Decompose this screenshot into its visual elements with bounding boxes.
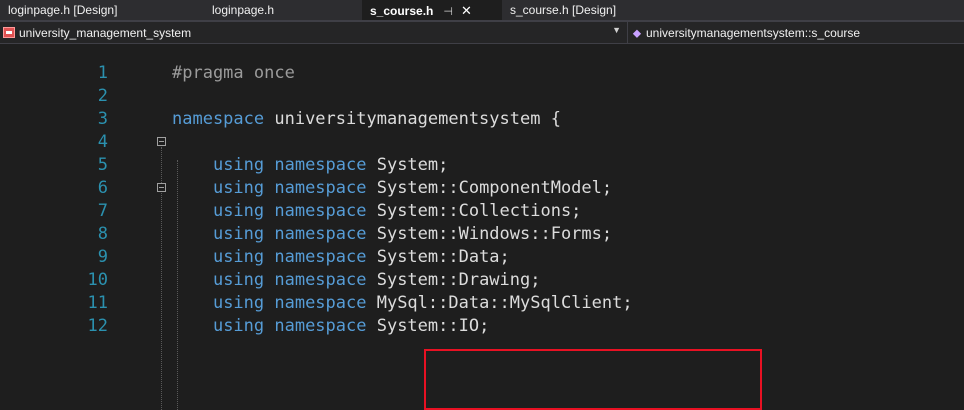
code-line[interactable]: 8 using namespace System::Windows::Forms… xyxy=(0,223,964,246)
preprocessor-token: #pragma once xyxy=(172,63,295,83)
code-text: using namespace System::ComponentModel; xyxy=(172,177,612,200)
code-line[interactable]: 3 namespace universitymanagementsystem { xyxy=(0,108,964,131)
close-icon[interactable]: ✕ xyxy=(461,3,472,19)
keyword-token: using namespace xyxy=(212,247,367,267)
code-token: System::Collections; xyxy=(366,201,582,221)
code-token: System::Windows::Forms; xyxy=(366,224,613,244)
document-tab-bar: loginpage.h [Design] loginpage.h s_cours… xyxy=(0,0,964,22)
scope-name: universitymanagementsystem::s_course xyxy=(646,25,861,40)
code-line[interactable]: 7 using namespace System::Collections; xyxy=(0,200,964,223)
tab-label: s_course.h [Design] xyxy=(510,3,617,17)
line-number: 5 xyxy=(97,155,108,175)
code-text: using namespace System::Drawing; xyxy=(172,269,541,292)
keyword-token: using namespace xyxy=(212,224,367,244)
code-token: System::IO; xyxy=(366,316,490,336)
code-token: MySql::Data::MySqlClient; xyxy=(366,293,633,313)
tab-s-course-design[interactable]: s_course.h [Design] xyxy=(502,0,692,20)
keyword-token: using namespace xyxy=(212,178,367,198)
chevron-down-icon[interactable]: ▼ xyxy=(612,25,621,35)
code-text: #pragma once xyxy=(172,62,295,85)
code-line[interactable]: 11 using namespace MySql::Data::MySqlCli… xyxy=(0,292,964,315)
code-text: using namespace System; xyxy=(172,154,448,177)
tab-loginpage-h[interactable]: loginpage.h xyxy=(204,0,362,20)
project-name: university_management_system xyxy=(19,25,192,40)
code-text: using namespace MySql::Data::MySqlClient… xyxy=(172,292,633,315)
line-number: 3 xyxy=(97,109,108,129)
code-text: using namespace System::Windows::Forms; xyxy=(172,223,612,246)
code-text: namespace universitymanagementsystem { xyxy=(172,108,561,131)
class-icon: ⬥ xyxy=(632,25,642,40)
line-number: 7 xyxy=(97,201,108,221)
scope-dropdown[interactable]: ⬥ universitymanagementsystem::s_course xyxy=(630,22,860,43)
line-number: 6 xyxy=(97,178,108,198)
code-line[interactable]: 6 using namespace System::ComponentModel… xyxy=(0,177,964,200)
keyword-token: using namespace xyxy=(212,270,367,290)
code-token: System::ComponentModel; xyxy=(366,178,613,198)
code-editor[interactable]: 1 #pragma once 2 3 namespace universitymanag… xyxy=(0,44,964,410)
keyword-token: using namespace xyxy=(212,316,367,336)
pin-icon[interactable]: ⊣ xyxy=(443,5,453,18)
line-number: 10 xyxy=(87,270,108,290)
code-token: System::Data; xyxy=(366,247,510,267)
keyword-token: using namespace xyxy=(212,293,367,313)
tab-label: loginpage.h [Design] xyxy=(8,3,118,17)
code-line[interactable]: 12 using namespace System::IO; xyxy=(0,315,964,338)
line-number: 9 xyxy=(97,247,108,267)
line-number: 2 xyxy=(97,86,108,106)
code-line[interactable]: 10 using namespace System::Drawing; xyxy=(0,269,964,292)
line-number: 4 xyxy=(97,132,108,152)
code-line[interactable]: 9 using namespace System::Data; xyxy=(0,246,964,269)
code-text: using namespace System::Data; xyxy=(172,246,510,269)
code-line[interactable]: 5 using namespace System; xyxy=(0,154,964,177)
line-number: 1 xyxy=(97,63,108,83)
cpp-project-icon xyxy=(3,27,15,38)
line-number: 12 xyxy=(87,316,108,336)
keyword-token: namespace xyxy=(172,109,265,129)
tab-label: s_course.h xyxy=(370,4,434,18)
line-number: 8 xyxy=(97,224,108,244)
keyword-token: using namespace xyxy=(212,155,367,175)
line-number: 11 xyxy=(87,293,108,313)
keyword-token: using namespace xyxy=(212,201,367,221)
code-line[interactable]: 1 #pragma once xyxy=(0,62,964,85)
code-text: using namespace System::Collections; xyxy=(172,200,581,223)
tab-s-course-h[interactable]: s_course.h ⊣ ✕ xyxy=(362,0,502,20)
code-line[interactable]: 4 xyxy=(0,131,964,154)
code-token: System::Drawing; xyxy=(366,270,541,290)
project-dropdown[interactable]: university_management_system ▼ xyxy=(0,22,628,43)
code-line[interactable]: 2 xyxy=(0,85,964,108)
code-token: universitymanagementsystem { xyxy=(264,109,561,129)
navigation-bar: university_management_system ▼ ⬥ univers… xyxy=(0,22,964,44)
code-text: using namespace System::IO; xyxy=(172,315,489,338)
code-token: System; xyxy=(366,155,449,175)
highlight-box xyxy=(424,349,762,410)
tab-label: loginpage.h xyxy=(212,3,275,17)
tab-loginpage-design[interactable]: loginpage.h [Design] xyxy=(0,0,204,20)
